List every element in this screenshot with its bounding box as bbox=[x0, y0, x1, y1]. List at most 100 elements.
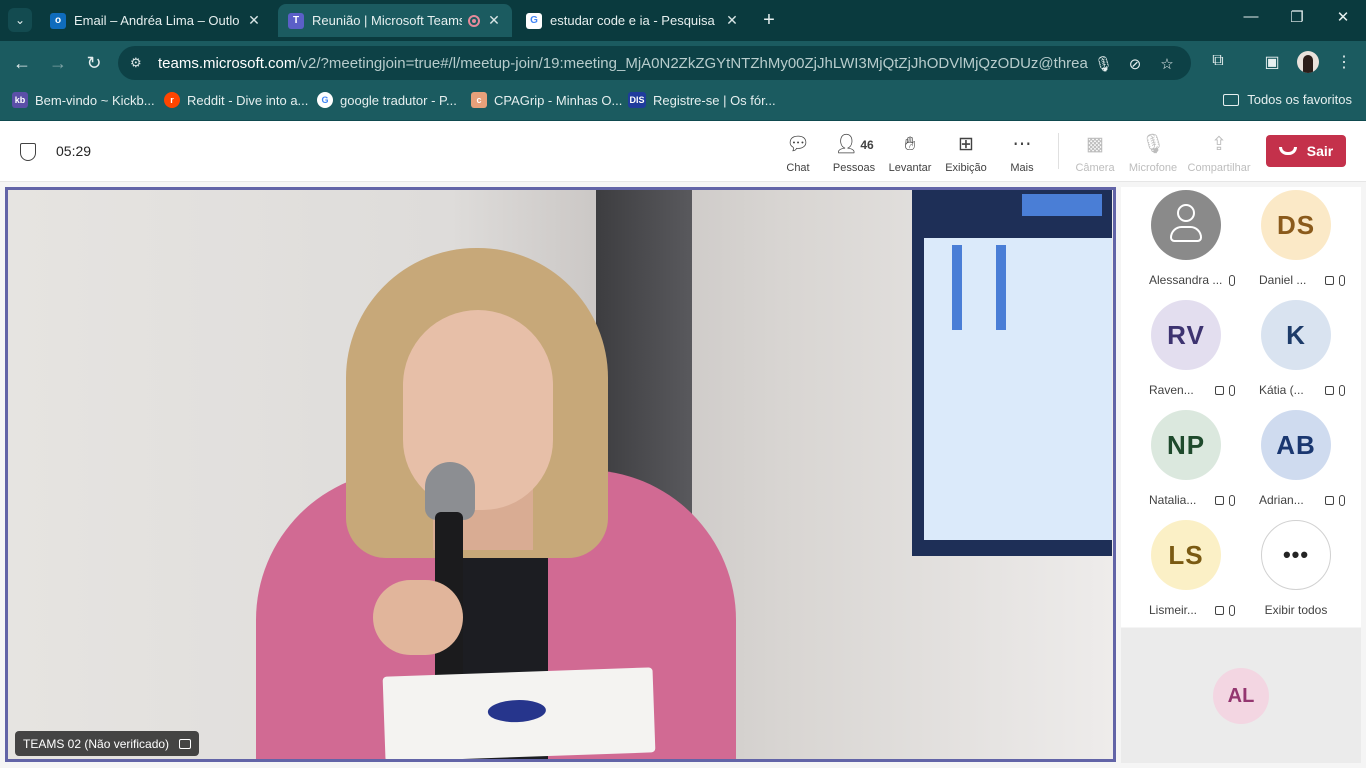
extensions-icon[interactable]: ⧉ bbox=[1207, 52, 1229, 70]
speaker-hand bbox=[373, 580, 463, 655]
address-bar[interactable]: ⚙ teams.microsoft.com/v2/?meetingjoin=tr… bbox=[118, 46, 1191, 80]
reload-button[interactable]: ↻ bbox=[82, 51, 106, 75]
toolbar-divider bbox=[1058, 133, 1059, 169]
google-icon: G bbox=[317, 92, 333, 108]
cpagrip-icon: c bbox=[471, 92, 487, 108]
mic-muted-icon bbox=[1339, 274, 1345, 286]
people-button[interactable]: 👤︎ 46 Pessoas bbox=[824, 133, 884, 174]
screen-share-icon bbox=[179, 738, 192, 749]
chat-icon: 💬︎ bbox=[785, 134, 811, 155]
participant-name: Natalia... bbox=[1149, 493, 1197, 507]
mic-muted-icon bbox=[1229, 274, 1235, 286]
camera-label: Câmera bbox=[1075, 162, 1115, 174]
mic-muted-icon bbox=[1229, 384, 1235, 396]
participant-tile[interactable]: NP Natalia... bbox=[1131, 410, 1241, 520]
self-video-tile[interactable]: AL bbox=[1121, 628, 1361, 763]
menu-icon[interactable]: ⋮ bbox=[1333, 52, 1355, 72]
meeting-stage: TEAMS 02 (Não verificado) Alessandra ...… bbox=[0, 182, 1366, 768]
see-all-participants[interactable]: ••• Exibir todos bbox=[1241, 520, 1351, 630]
raise-label: Levantar bbox=[888, 162, 932, 174]
camera-off-icon bbox=[1325, 275, 1334, 285]
more-button[interactable]: ⋯ Mais bbox=[992, 133, 1052, 174]
close-tab-icon[interactable]: ✕ bbox=[724, 12, 740, 29]
video-screen bbox=[912, 190, 1112, 556]
bookmark-star-icon[interactable]: ☆ bbox=[1158, 55, 1176, 73]
participant-tile[interactable]: K Kátia (... bbox=[1241, 300, 1351, 410]
bookmark-label: Registre-se | Os fór... bbox=[653, 92, 776, 108]
shield-icon[interactable] bbox=[20, 143, 36, 161]
site-info-icon[interactable]: ⚙ bbox=[130, 55, 150, 71]
participant-tile[interactable]: Alessandra ... bbox=[1131, 190, 1241, 300]
avatar: DS bbox=[1261, 190, 1331, 260]
tab-teams[interactable]: T Reunião | Microsoft Teams ✕ bbox=[278, 4, 512, 37]
forward-button[interactable]: → bbox=[46, 51, 70, 75]
more-label: Mais bbox=[1010, 162, 1034, 174]
close-window-button[interactable]: ✕ bbox=[1320, 8, 1366, 26]
main-video[interactable]: TEAMS 02 (Não verificado) bbox=[5, 187, 1116, 762]
mic-muted-icon bbox=[1229, 604, 1235, 616]
bookmark-dis[interactable]: DIS Registre-se | Os fór... bbox=[628, 92, 776, 108]
microphone-button[interactable]: 🎙︎ Microfone bbox=[1123, 133, 1183, 174]
view-button[interactable]: ⊞ Exibição bbox=[936, 133, 996, 174]
bookmark-cpagrip[interactable]: c CPAGrip - Minhas O... bbox=[471, 92, 622, 108]
avatar: K bbox=[1261, 300, 1331, 370]
mic-muted-icon bbox=[1229, 494, 1235, 506]
bookmark-label: Bem-vindo ~ Kickb... bbox=[35, 92, 155, 108]
reddit-icon: r bbox=[164, 92, 180, 108]
participant-tile[interactable]: RV Raven... bbox=[1131, 300, 1241, 410]
bookmark-label: CPAGrip - Minhas O... bbox=[494, 92, 623, 108]
close-tab-icon[interactable]: ✕ bbox=[486, 12, 502, 29]
avatar: NP bbox=[1151, 410, 1221, 480]
camera-off-icon bbox=[1215, 605, 1224, 615]
people-icon: 👤︎ bbox=[834, 134, 859, 155]
back-button[interactable]: ← bbox=[10, 51, 34, 75]
raise-hand-button[interactable]: ✋︎ Levantar bbox=[880, 133, 940, 174]
bookmarks-bar: kb Bem-vindo ~ Kickb... r Reddit - Dive … bbox=[0, 85, 1366, 121]
meeting-toolbar: 05:29 💬︎ Chat 👤︎ 46 Pessoas ✋︎ Levantar ⊞… bbox=[0, 121, 1366, 182]
microphone-off-icon: 🎙︎ bbox=[1140, 134, 1166, 155]
video-name-label: TEAMS 02 (Não verificado) bbox=[23, 736, 170, 751]
grid-icon: ⊞ bbox=[958, 134, 974, 155]
bookmark-reddit[interactable]: r Reddit - Dive into a... bbox=[164, 92, 308, 108]
leave-button[interactable]: Sair bbox=[1266, 135, 1346, 167]
avatar: AB bbox=[1261, 410, 1331, 480]
profile-avatar[interactable] bbox=[1297, 51, 1319, 73]
avatar: RV bbox=[1151, 300, 1221, 370]
participant-tile[interactable]: AB Adrian... bbox=[1241, 410, 1351, 520]
recording-icon bbox=[468, 14, 480, 27]
camera-blocked-icon[interactable]: ⊘ bbox=[1126, 55, 1144, 73]
new-tab-button[interactable]: + bbox=[758, 9, 780, 31]
participant-name: Raven... bbox=[1149, 383, 1194, 397]
participant-gallery: Alessandra ... DS Daniel ... RV Raven...… bbox=[1121, 187, 1361, 627]
camera-off-icon bbox=[1325, 495, 1334, 505]
tab-google-search[interactable]: G estudar code e ia - Pesquisa Go ✕ bbox=[516, 4, 750, 37]
meeting-timer: 05:29 bbox=[56, 143, 92, 159]
side-panel-icon[interactable]: ▣ bbox=[1261, 52, 1283, 72]
microphone-label: Microfone bbox=[1128, 162, 1178, 174]
participant-tile[interactable]: DS Daniel ... bbox=[1241, 190, 1351, 300]
camera-button[interactable]: ▩ Câmera bbox=[1065, 133, 1125, 174]
chat-button[interactable]: 💬︎ Chat bbox=[768, 133, 828, 174]
url-text[interactable]: teams.microsoft.com/v2/?meetingjoin=true… bbox=[158, 55, 1088, 72]
participant-name: Kátia (... bbox=[1259, 383, 1304, 397]
leave-label: Sair bbox=[1306, 143, 1334, 159]
bookmark-kickback[interactable]: kb Bem-vindo ~ Kickb... bbox=[12, 92, 155, 108]
tab-search-button[interactable]: ⌄ bbox=[8, 8, 32, 32]
tab-outlook[interactable]: o Email – Andréa Lima – Outlook ✕ bbox=[40, 4, 272, 37]
share-button[interactable]: ⇪ Compartilhar bbox=[1186, 133, 1252, 174]
participant-name: Alessandra ... bbox=[1149, 273, 1223, 287]
participant-name: Lismeir... bbox=[1149, 603, 1198, 617]
participant-tile[interactable]: LS Lismeir... bbox=[1131, 520, 1241, 630]
bookmark-google-translate[interactable]: G google tradutor - P... bbox=[317, 92, 457, 108]
microphone-icon[interactable]: 🎙 bbox=[1094, 55, 1113, 73]
hand-icon: ✋︎ bbox=[904, 134, 916, 155]
share-icon: ⇪ bbox=[1211, 134, 1227, 155]
tab-title: estudar code e ia - Pesquisa Go bbox=[550, 13, 718, 28]
participant-name: Daniel ... bbox=[1259, 273, 1307, 287]
close-tab-icon[interactable]: ✕ bbox=[246, 12, 262, 29]
restore-button[interactable]: ❐ bbox=[1274, 8, 1320, 26]
all-bookmarks[interactable]: Todos os favoritos bbox=[1223, 92, 1352, 107]
minimize-button[interactable]: — bbox=[1228, 8, 1274, 25]
browser-tab-strip: ⌄ o Email – Andréa Lima – Outlook ✕ T Re… bbox=[0, 0, 1366, 41]
camera-off-icon bbox=[1215, 385, 1224, 395]
